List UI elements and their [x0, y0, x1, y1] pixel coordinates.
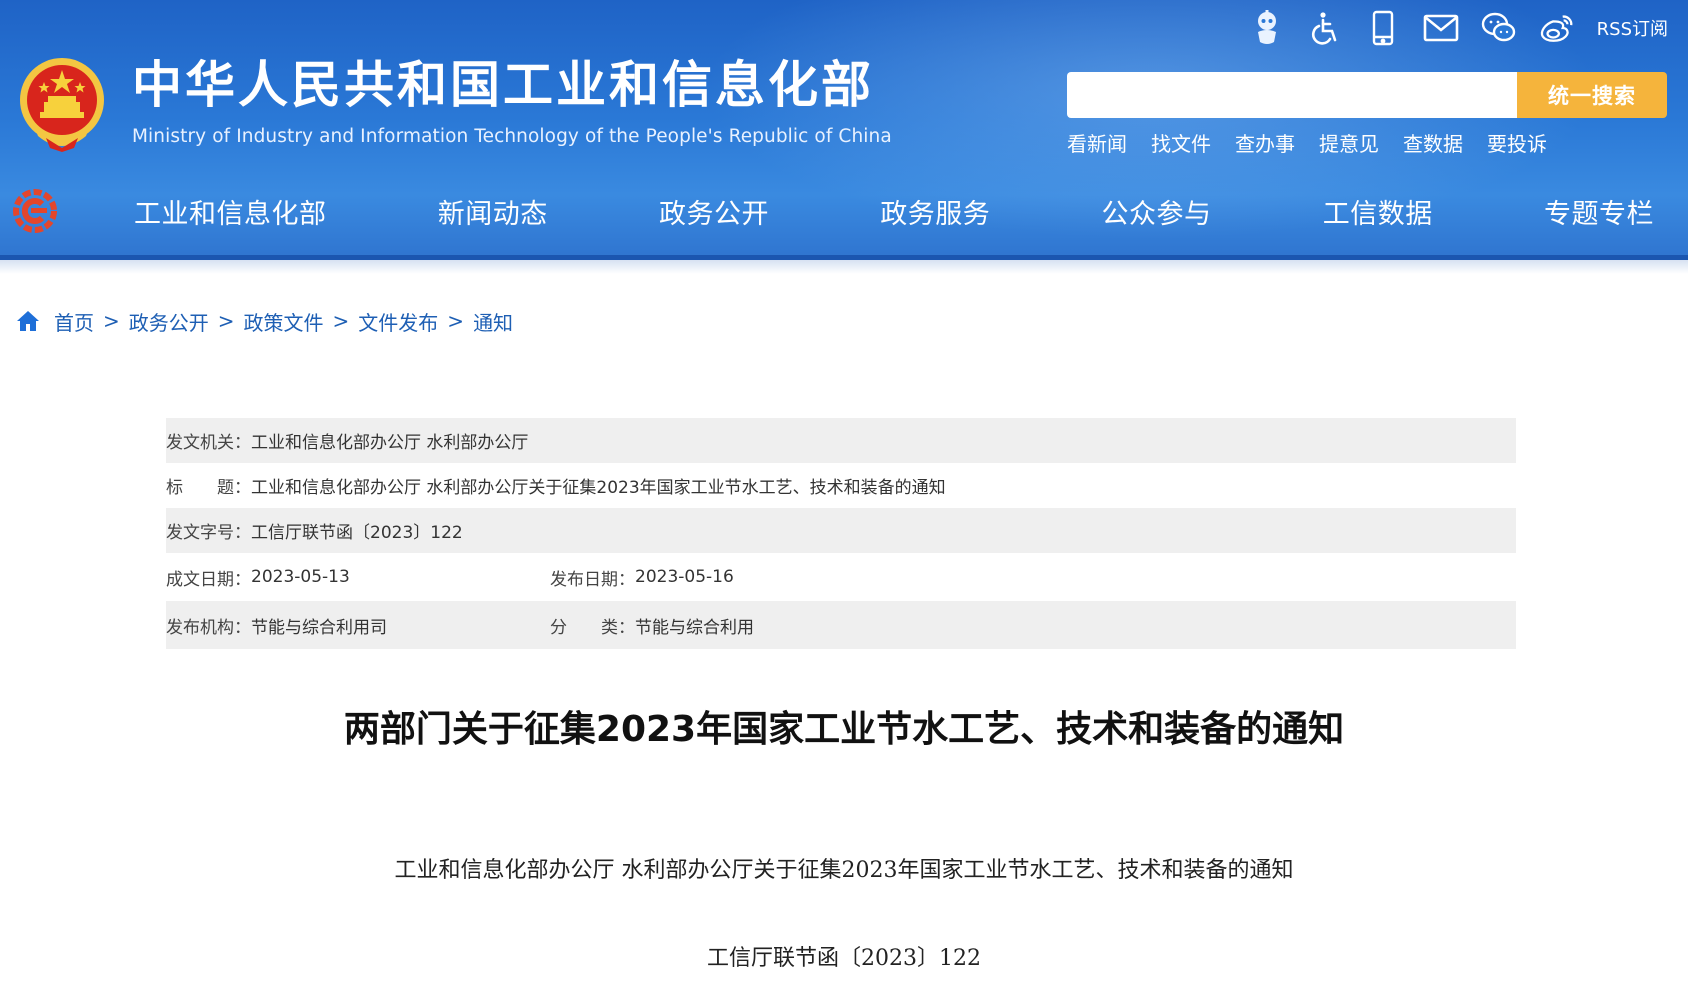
breadcrumb-separator: >: [447, 309, 465, 333]
meta-cell-published: 发布日期： 2023-05-16: [550, 565, 734, 590]
meta-issuer: 工业和信息化部办公厅 水利部办公厅: [251, 433, 529, 453]
meta-row-issuer: 发文机关： 工业和信息化部办公厅 水利部办公厅: [166, 418, 1516, 463]
quick-link-services[interactable]: 查办事: [1235, 128, 1295, 157]
breadcrumb-separator: >: [217, 309, 235, 333]
weibo-icon[interactable]: [1539, 10, 1575, 46]
meta-label: 分 类：: [550, 617, 635, 638]
site-subtitle: Ministry of Industry and Information Tec…: [132, 126, 892, 147]
nav-item-data[interactable]: 工信数据: [1323, 192, 1433, 231]
nav-item-participation[interactable]: 公众参与: [1102, 192, 1212, 231]
meta-category: 节能与综合利用: [635, 617, 754, 638]
accessibility-icon[interactable]: [1307, 10, 1343, 46]
meta-label: 发文机关：: [166, 433, 251, 453]
quick-link-files[interactable]: 找文件: [1151, 128, 1211, 157]
breadcrumb-affairs[interactable]: 政务公开: [129, 307, 209, 336]
meta-label: 标 题：: [166, 478, 251, 498]
meta-row-org: 发布机构： 节能与综合利用司 分 类： 节能与综合利用: [166, 601, 1516, 649]
breadcrumb-home[interactable]: 首页: [54, 307, 94, 336]
breadcrumb-separator: >: [103, 309, 120, 333]
meta-published-date: 2023-05-16: [635, 567, 734, 587]
ministry-logo-icon[interactable]: [12, 188, 58, 234]
breadcrumb-policy[interactable]: 政策文件: [244, 307, 324, 336]
main-nav: 工业和信息化部 新闻动态 政务公开 政务服务 公众参与 工信数据 专题专栏: [134, 188, 1654, 234]
quick-links: 看新闻 找文件 查办事 提意见 查数据 要投诉: [1067, 128, 1571, 157]
meta-row-dates: 成文日期： 2023-05-13 发布日期： 2023-05-16: [166, 553, 1516, 601]
nav-item-ministry[interactable]: 工业和信息化部: [134, 192, 327, 231]
meta-org: 节能与综合利用司: [251, 617, 387, 638]
mail-icon[interactable]: [1423, 10, 1459, 46]
meta-label: 发布机构：: [166, 617, 251, 638]
article-subtitle: 工业和信息化部办公厅 水利部办公厅关于征集2023年国家工业节水工艺、技术和装备…: [394, 858, 1294, 883]
meta-cell-org: 发布机构： 节能与综合利用司: [166, 613, 387, 638]
article-title: 两部门关于征集2023年国家工业节水工艺、技术和装备的通知: [343, 709, 1345, 750]
article-doc-number: 工信厅联节函〔2023〕122: [707, 946, 981, 971]
breadcrumb-release[interactable]: 文件发布: [358, 307, 438, 336]
nav-item-services[interactable]: 政务服务: [880, 192, 990, 231]
meta-label: 发文字号：: [166, 523, 251, 543]
meta-label: 发布日期：: [550, 569, 635, 590]
meta-row-title: 标 题： 工业和信息化部办公厅 水利部办公厅关于征集2023年国家工业节水工艺、…: [166, 463, 1516, 508]
nav-item-topics[interactable]: 专题专栏: [1544, 192, 1654, 231]
quick-link-data[interactable]: 查数据: [1403, 128, 1463, 157]
meta-row-doc-number: 发文字号： 工信厅联节函〔2023〕122: [166, 508, 1516, 553]
home-icon[interactable]: [16, 309, 40, 333]
breadcrumb: 首页 > 政务公开 > 政策文件 > 文件发布 > 通知: [16, 306, 513, 336]
header-shadow: [0, 260, 1688, 274]
meta-cell-category: 分 类： 节能与综合利用: [550, 613, 754, 638]
search-button[interactable]: 统一搜索: [1517, 72, 1667, 118]
breadcrumb-separator: >: [332, 309, 350, 333]
robot-icon[interactable]: [1249, 10, 1285, 46]
meta-doc-number: 工信厅联节函〔2023〕122: [251, 523, 463, 543]
meta-cell-created: 成文日期： 2023-05-13: [166, 565, 350, 590]
site-title[interactable]: 中华人民共和国工业和信息化部: [132, 60, 874, 110]
meta-title: 工业和信息化部办公厅 水利部办公厅关于征集2023年国家工业节水工艺、技术和装备…: [251, 478, 946, 498]
quick-link-complaint[interactable]: 要投诉: [1487, 128, 1547, 157]
wechat-icon[interactable]: [1481, 10, 1517, 46]
nav-item-news[interactable]: 新闻动态: [438, 192, 548, 231]
document-meta-table: 发文机关： 工业和信息化部办公厅 水利部办公厅 标 题： 工业和信息化部办公厅 …: [166, 418, 1516, 649]
national-emblem-icon[interactable]: [16, 56, 108, 154]
meta-label: 成文日期：: [166, 569, 251, 590]
quick-link-news[interactable]: 看新闻: [1067, 128, 1127, 157]
top-toolbar: RSS订阅: [1249, 8, 1668, 48]
quick-link-feedback[interactable]: 提意见: [1319, 128, 1379, 157]
mobile-icon[interactable]: [1365, 10, 1401, 46]
rss-link[interactable]: RSS订阅: [1597, 15, 1668, 41]
search-input[interactable]: [1067, 72, 1519, 118]
meta-created-date: 2023-05-13: [251, 567, 350, 587]
nav-item-affairs[interactable]: 政务公开: [659, 192, 769, 231]
site-header: 中华人民共和国工业和信息化部 Ministry of Industry and …: [0, 0, 1688, 260]
breadcrumb-notice[interactable]: 通知: [473, 307, 513, 336]
